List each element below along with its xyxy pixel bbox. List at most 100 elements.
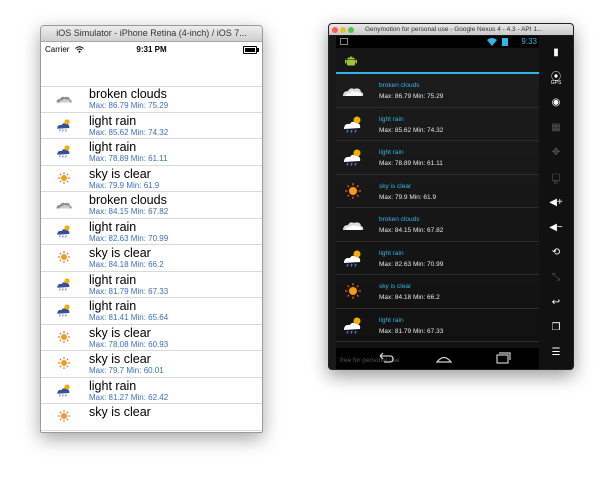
row-detail: Max: 78.89 Min: 61.11 <box>89 154 168 163</box>
row-title: light rain <box>89 299 137 313</box>
broken-clouds-icon <box>343 88 364 96</box>
row-detail: Max: 85.62 Min: 74.32 <box>89 127 169 137</box>
ios-window-title[interactable]: iOS Simulator - iPhone Retina (4-inch) /… <box>41 26 262 42</box>
light-rain-icon <box>344 149 361 166</box>
row-detail: Max: 84.18 Min: 66.2 <box>89 260 164 269</box>
row-detail: Max: 84.18 Min: 66.2 <box>379 294 440 301</box>
sun-icon <box>345 182 361 199</box>
row-title: broken clouds <box>379 216 420 223</box>
close-window-icon[interactable] <box>332 27 338 33</box>
back-icon[interactable] <box>376 352 396 364</box>
row-detail: Max: 81.41 Min: 65.64 <box>89 313 169 322</box>
row-title: sky is clear <box>89 166 151 181</box>
volume-down-icon[interactable]: ◀− <box>539 217 573 239</box>
camera-icon[interactable]: ◉ <box>539 92 573 114</box>
row-detail: Max: 85.62 Min: 74.32 <box>379 126 444 134</box>
row-title: light rain <box>89 272 137 287</box>
genymotion-window: Genymotion for personal use - Google Nex… <box>328 23 574 370</box>
sun-icon <box>58 171 70 184</box>
row-title: broken clouds <box>379 82 420 89</box>
list-item[interactable]: broken clouds Max: 86.79 Min: 75.29 <box>336 74 539 108</box>
back-icon[interactable]: ↩ <box>539 292 573 314</box>
table-row[interactable]: sky is clear Max: 79.7 Min: 60.01 <box>41 351 262 378</box>
android-logo-icon[interactable] <box>344 53 358 67</box>
list-item[interactable]: sky is clear Max: 84.18 Min: 66.2 <box>336 275 539 309</box>
battery-icon[interactable]: ▮ <box>539 42 573 64</box>
row-title: light rain <box>89 140 137 154</box>
android-weather-list[interactable]: broken clouds Max: 86.79 Min: 75.29 light … <box>336 74 539 369</box>
window-controls[interactable] <box>332 26 356 35</box>
id-icon[interactable]: ▢ ID <box>539 167 573 189</box>
table-row[interactable]: light rain Max: 78.89 Min: 61.11 <box>41 139 262 166</box>
ios-status-bar: Carrier 9:31 PM <box>41 42 262 57</box>
table-row[interactable]: broken clouds Max: 84.15 Min: 67.82 <box>41 192 262 219</box>
android-clock: 9:33 <box>521 37 537 46</box>
wifi-icon <box>487 38 497 46</box>
ios-weather-table[interactable]: broken clouds Max: 86.79 Min: 75.29 light … <box>41 86 262 432</box>
table-row[interactable]: sky is clear Max: 84.18 Min: 66.2 <box>41 245 262 272</box>
menu-icon[interactable]: ☰ <box>539 342 573 364</box>
battery-icon <box>502 38 508 46</box>
row-title: sky is clear <box>379 182 412 190</box>
row-detail: Max: 86.79 Min: 75.29 <box>89 101 169 110</box>
volume-up-icon[interactable]: ◀+ <box>539 192 573 214</box>
row-title: broken clouds <box>89 193 167 207</box>
sun-icon <box>58 410 70 422</box>
light-rain-icon <box>57 383 70 397</box>
list-item[interactable]: broken clouds Max: 84.15 Min: 67.82 <box>336 208 539 242</box>
row-title: light rain <box>89 113 137 128</box>
sun-icon <box>58 251 70 263</box>
home-icon[interactable] <box>434 352 454 364</box>
row-title: broken clouds <box>89 87 167 101</box>
broken-clouds-icon <box>56 202 72 209</box>
row-detail: Max: 79.9 Min: 61.9 <box>89 180 160 190</box>
table-row[interactable]: light rain Max: 81.41 Min: 65.64 <box>41 298 262 325</box>
genymotion-window-title: Genymotion for personal use - Google Nex… <box>365 26 543 33</box>
android-status-bar: 9:33 <box>336 36 539 48</box>
table-row[interactable]: light rain Max: 82.63 Min: 70.99 <box>41 219 262 245</box>
side-button-label: ID <box>553 180 559 186</box>
table-row[interactable]: sky is clear <box>41 404 262 431</box>
table-row[interactable]: sky is clear Max: 78.08 Min: 60.93 <box>41 325 262 351</box>
list-item[interactable]: sky is clear Max: 79.9 Min: 61.9 <box>336 175 539 208</box>
side-button-label: GPS <box>550 80 562 86</box>
recent-apps-icon[interactable] <box>493 352 513 364</box>
gps-icon[interactable]: ⦿ GPS <box>539 67 573 89</box>
row-title: sky is clear <box>89 325 151 340</box>
sun-icon <box>58 330 70 343</box>
android-nav-bar: free for personal use <box>336 348 539 369</box>
genymotion-sidebar: ▮ ⦿ GPS ◉ ▦ ✥ ▢ ID ◀+ ◀− ⟲ ⤡ ↩ ❐ ☰ <box>539 36 573 369</box>
list-item[interactable]: light rain Max: 78.89 Min: 61.11 <box>336 141 539 175</box>
table-row[interactable]: sky is clear Max: 79.9 Min: 61.9 <box>41 166 262 192</box>
row-detail: Max: 82.63 Min: 70.99 <box>89 233 169 243</box>
screencast-icon[interactable]: ▦ <box>539 117 573 139</box>
row-detail: Max: 84.15 Min: 67.82 <box>379 227 444 234</box>
recent-apps-icon[interactable]: ❐ <box>539 317 573 339</box>
row-detail: Max: 82.63 Min: 70.99 <box>379 260 444 268</box>
battery-icon <box>243 46 259 54</box>
zoom-window-icon[interactable] <box>348 27 354 33</box>
table-row[interactable]: broken clouds Max: 86.79 Min: 75.29 <box>41 86 262 113</box>
row-title: light rain <box>379 149 404 156</box>
light-rain-icon <box>57 118 70 132</box>
row-detail: Max: 81.27 Min: 62.42 <box>89 392 169 402</box>
genymotion-titlebar: Genymotion for personal use - Google Nex… <box>329 24 573 35</box>
row-detail: Max: 78.89 Min: 61.11 <box>379 160 443 167</box>
row-detail: Max: 79.7 Min: 60.01 <box>89 366 164 375</box>
list-item[interactable]: light rain Max: 81.79 Min: 67.33 <box>336 309 539 342</box>
minimize-window-icon[interactable] <box>340 27 346 33</box>
dpad-icon[interactable]: ✥ <box>539 142 573 164</box>
table-row[interactable]: light rain Max: 85.62 Min: 74.32 <box>41 113 262 139</box>
row-detail: Max: 78.08 Min: 60.93 <box>89 339 169 349</box>
list-item[interactable]: light rain Max: 85.62 Min: 74.32 <box>336 108 539 141</box>
row-title: light rain <box>89 219 137 234</box>
table-row[interactable]: light rain Max: 81.27 Min: 62.42 <box>41 378 262 404</box>
table-row[interactable]: light rain Max: 81.79 Min: 67.33 <box>41 272 262 298</box>
row-detail: Max: 79.9 Min: 61.9 <box>379 193 437 201</box>
light-rain-icon <box>344 116 361 133</box>
scale-icon[interactable]: ⤡ <box>539 267 573 289</box>
list-item[interactable]: light rain Max: 82.63 Min: 70.99 <box>336 242 539 275</box>
light-rain-icon <box>57 304 70 317</box>
ios-clock: 9:31 PM <box>136 45 167 54</box>
rotate-icon[interactable]: ⟲ <box>539 242 573 264</box>
